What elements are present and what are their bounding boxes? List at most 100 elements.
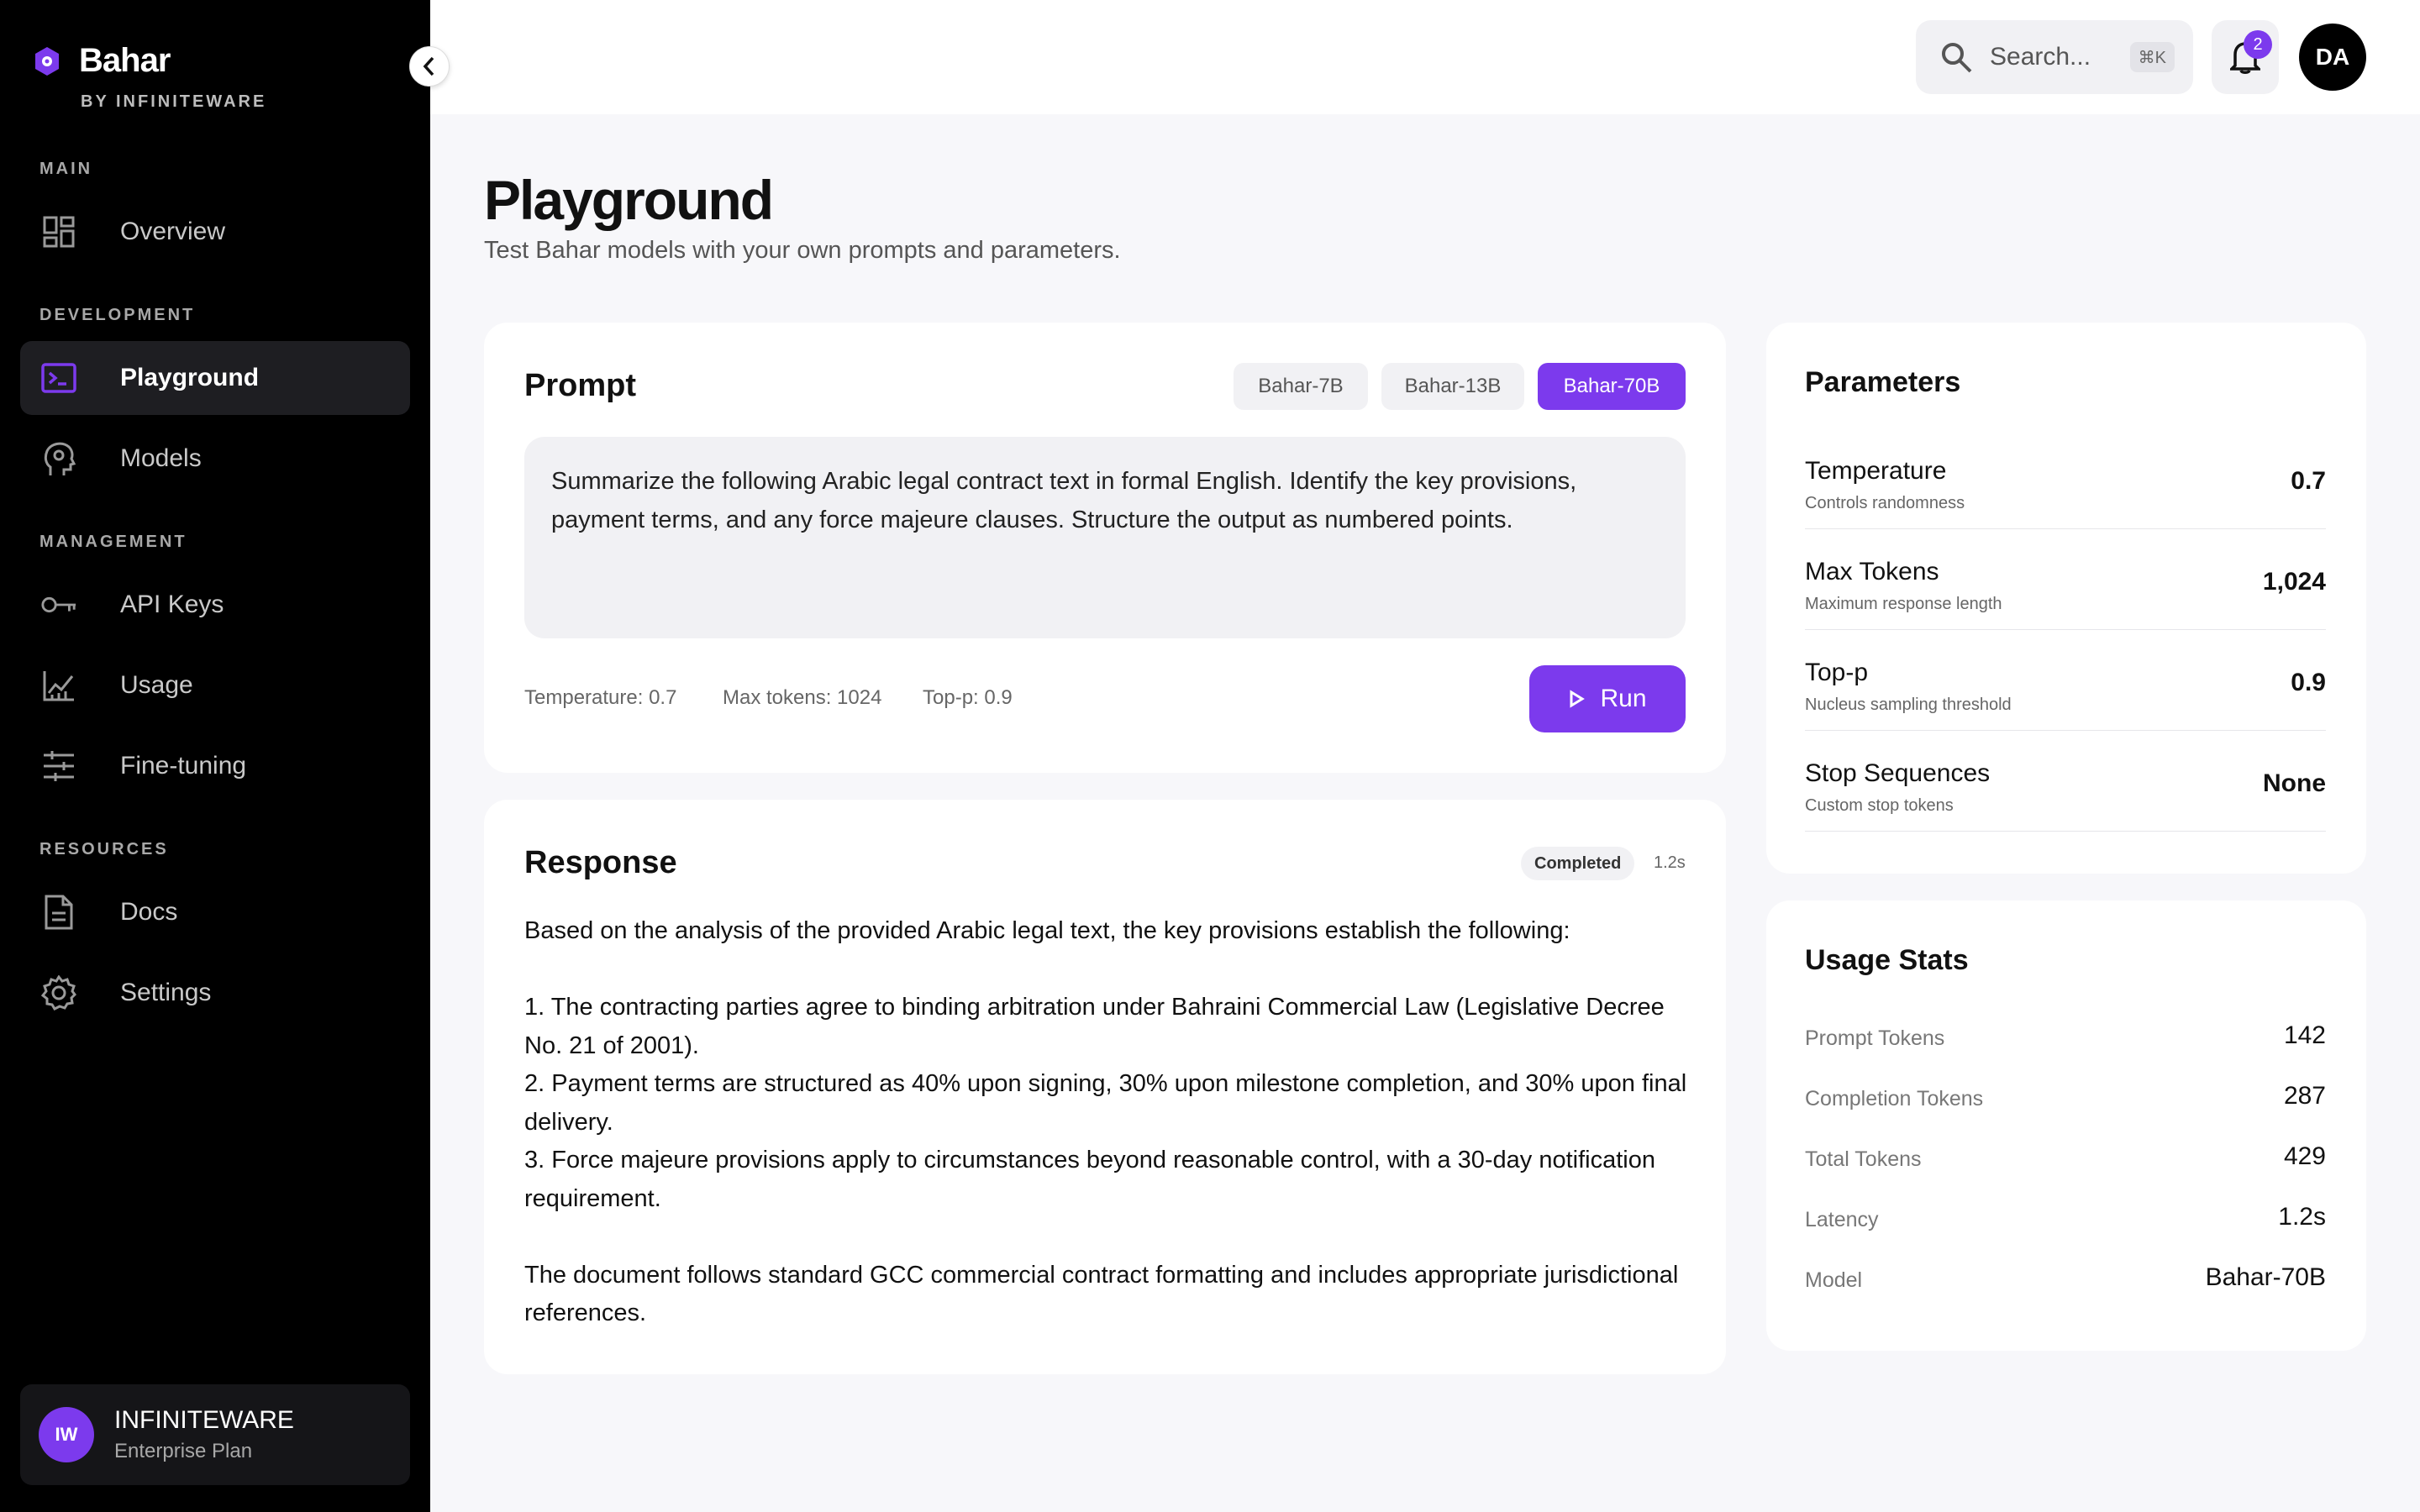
response-title: Response [524, 845, 677, 880]
response-intro: Based on the analysis of the provided Ar… [524, 917, 1570, 944]
prompt-textarea[interactable]: Summarize the following Arabic legal con… [524, 437, 1686, 638]
sidebar-item-label: Usage [120, 671, 193, 699]
dashboard-icon [40, 213, 77, 250]
section-label-management: MANAGEMENT [39, 533, 187, 551]
response-latency: 1.2s [1654, 853, 1686, 872]
sidebar-item-overview[interactable]: Overview [20, 195, 410, 269]
param-desc: Custom stop tokens [1805, 796, 1954, 815]
stat-label: Total Tokens [1805, 1147, 1922, 1171]
section-label-main: MAIN [39, 160, 93, 178]
sidebar-item-label: Playground [120, 364, 260, 391]
param-name: Max Tokens [1805, 558, 1939, 585]
param-name: Top-p [1805, 659, 1869, 686]
param-name: Temperature [1805, 457, 1947, 485]
stat-label: Latency [1805, 1208, 1879, 1231]
page-subtitle: Test Bahar models with your own prompts … [484, 237, 1121, 264]
sidebar-item-api-keys[interactable]: API Keys [20, 568, 410, 642]
response-closing: The document follows standard GCC commer… [524, 1261, 1679, 1327]
brand[interactable]: Bahar [30, 42, 171, 80]
param-name: Stop Sequences [1805, 759, 1991, 787]
stat-label: Prompt Tokens [1805, 1026, 1945, 1050]
sidebar-item-label: Models [120, 444, 202, 472]
inline-temperature: Temperature: 0.7 [524, 686, 677, 709]
param-row-max-tokens[interactable]: Max Tokens Maximum response length 1,024 [1805, 529, 2326, 630]
stat-label: Completion Tokens [1805, 1087, 1984, 1110]
sidebar-item-label: Fine-tuning [120, 752, 247, 780]
chart-icon [40, 667, 77, 704]
terminal-icon [40, 360, 77, 396]
run-label: Run [1600, 685, 1647, 712]
chevron-left-icon [423, 56, 434, 76]
document-icon [40, 894, 77, 931]
search-icon [1942, 43, 1972, 73]
sidebar-item-usage[interactable]: Usage [20, 648, 410, 722]
sidebar-item-models[interactable]: Models [20, 422, 410, 496]
user-avatar[interactable]: DA [2299, 24, 2366, 91]
key-icon [40, 586, 77, 623]
sidebar-item-label: Docs [120, 898, 178, 926]
notification-badge: 2 [2244, 30, 2272, 59]
usage-stats-title: Usage Stats [1805, 944, 1969, 976]
sidebar-item-fine-tuning[interactable]: Fine-tuning [20, 729, 410, 803]
section-label-resources: RESOURCES [39, 840, 169, 858]
org-name: INFINITEWARE [114, 1406, 294, 1434]
param-row-stop-sequences[interactable]: Stop Sequences Custom stop tokens None [1805, 731, 2326, 832]
response-body: Based on the analysis of the provided Ar… [524, 912, 1692, 1333]
stat-value: 142 [2283, 1021, 2326, 1049]
model-chip-bahar-70b[interactable]: Bahar-70B [1538, 363, 1686, 410]
stat-row-model: Model Bahar-70B [1805, 1263, 2326, 1297]
param-value: None [2263, 769, 2326, 797]
response-point: 1. The contracting parties agree to bind… [524, 994, 1665, 1059]
param-desc: Maximum response length [1805, 595, 2002, 613]
stat-value: 429 [2283, 1142, 2326, 1170]
response-point: 2. Payment terms are structured as 40% u… [524, 1070, 1687, 1136]
notifications-button[interactable]: 2 [2212, 20, 2279, 94]
sidebar: Bahar BY INFINITEWARE MAIN Overview DEVE… [0, 0, 430, 1512]
param-value: 1,024 [2262, 568, 2326, 596]
topbar: Search... ⌘K 2 DA [430, 0, 2420, 114]
stat-label: Model [1805, 1268, 1863, 1292]
sidebar-item-docs[interactable]: Docs [20, 875, 410, 949]
run-button[interactable]: Run [1529, 665, 1686, 732]
param-row-temperature[interactable]: Temperature Controls randomness 0.7 [1805, 428, 2326, 529]
bahar-logo-icon [35, 46, 59, 76]
collapse-sidebar-button[interactable] [409, 46, 450, 87]
status-badge: Completed [1521, 847, 1635, 880]
brand-name: Bahar [79, 42, 171, 79]
org-avatar: IW [39, 1407, 94, 1462]
page-title: Playground [484, 169, 774, 231]
parameters-title: Parameters [1805, 366, 1961, 398]
model-chip-bahar-7b[interactable]: Bahar-7B [1234, 363, 1368, 410]
play-icon [1570, 690, 1586, 708]
stat-value: 287 [2283, 1082, 2326, 1110]
brand-subtitle: BY INFINITEWARE [81, 92, 267, 111]
sidebar-item-label: Settings [120, 979, 212, 1006]
inline-top-p: Top-p: 0.9 [923, 686, 1013, 709]
stat-value: Bahar-70B [2205, 1263, 2326, 1291]
stat-row-completion-tokens: Completion Tokens 287 [1805, 1082, 2326, 1116]
model-chip-bahar-13b[interactable]: Bahar-13B [1381, 363, 1524, 410]
param-row-top-p[interactable]: Top-p Nucleus sampling threshold 0.9 [1805, 630, 2326, 731]
param-desc: Nucleus sampling threshold [1805, 696, 2012, 714]
stat-row-prompt-tokens: Prompt Tokens 142 [1805, 1021, 2326, 1055]
stat-row-latency: Latency 1.2s [1805, 1203, 2326, 1236]
search-placeholder: Search... [1990, 43, 2091, 71]
prompt-title: Prompt [524, 368, 636, 403]
param-value: 0.7 [2291, 467, 2326, 495]
search-shortcut: ⌘K [2129, 42, 2175, 72]
search-input[interactable]: Search... ⌘K [1916, 20, 2193, 94]
sidebar-item-settings[interactable]: Settings [20, 956, 410, 1030]
param-desc: Controls randomness [1805, 494, 1965, 512]
org-plan: Enterprise Plan [114, 1440, 253, 1462]
response-point: 3. Force majeure provisions apply to cir… [524, 1147, 1655, 1212]
gear-icon [40, 974, 77, 1011]
section-label-development: DEVELOPMENT [39, 306, 196, 324]
stat-value: 1.2s [2278, 1203, 2326, 1231]
stat-row-total-tokens: Total Tokens 429 [1805, 1142, 2326, 1176]
sidebar-item-label: Overview [120, 218, 226, 245]
sidebar-item-playground[interactable]: Playground [20, 341, 410, 415]
sliders-icon [40, 748, 77, 785]
org-switcher[interactable]: IW INFINITEWARE Enterprise Plan [20, 1384, 410, 1485]
